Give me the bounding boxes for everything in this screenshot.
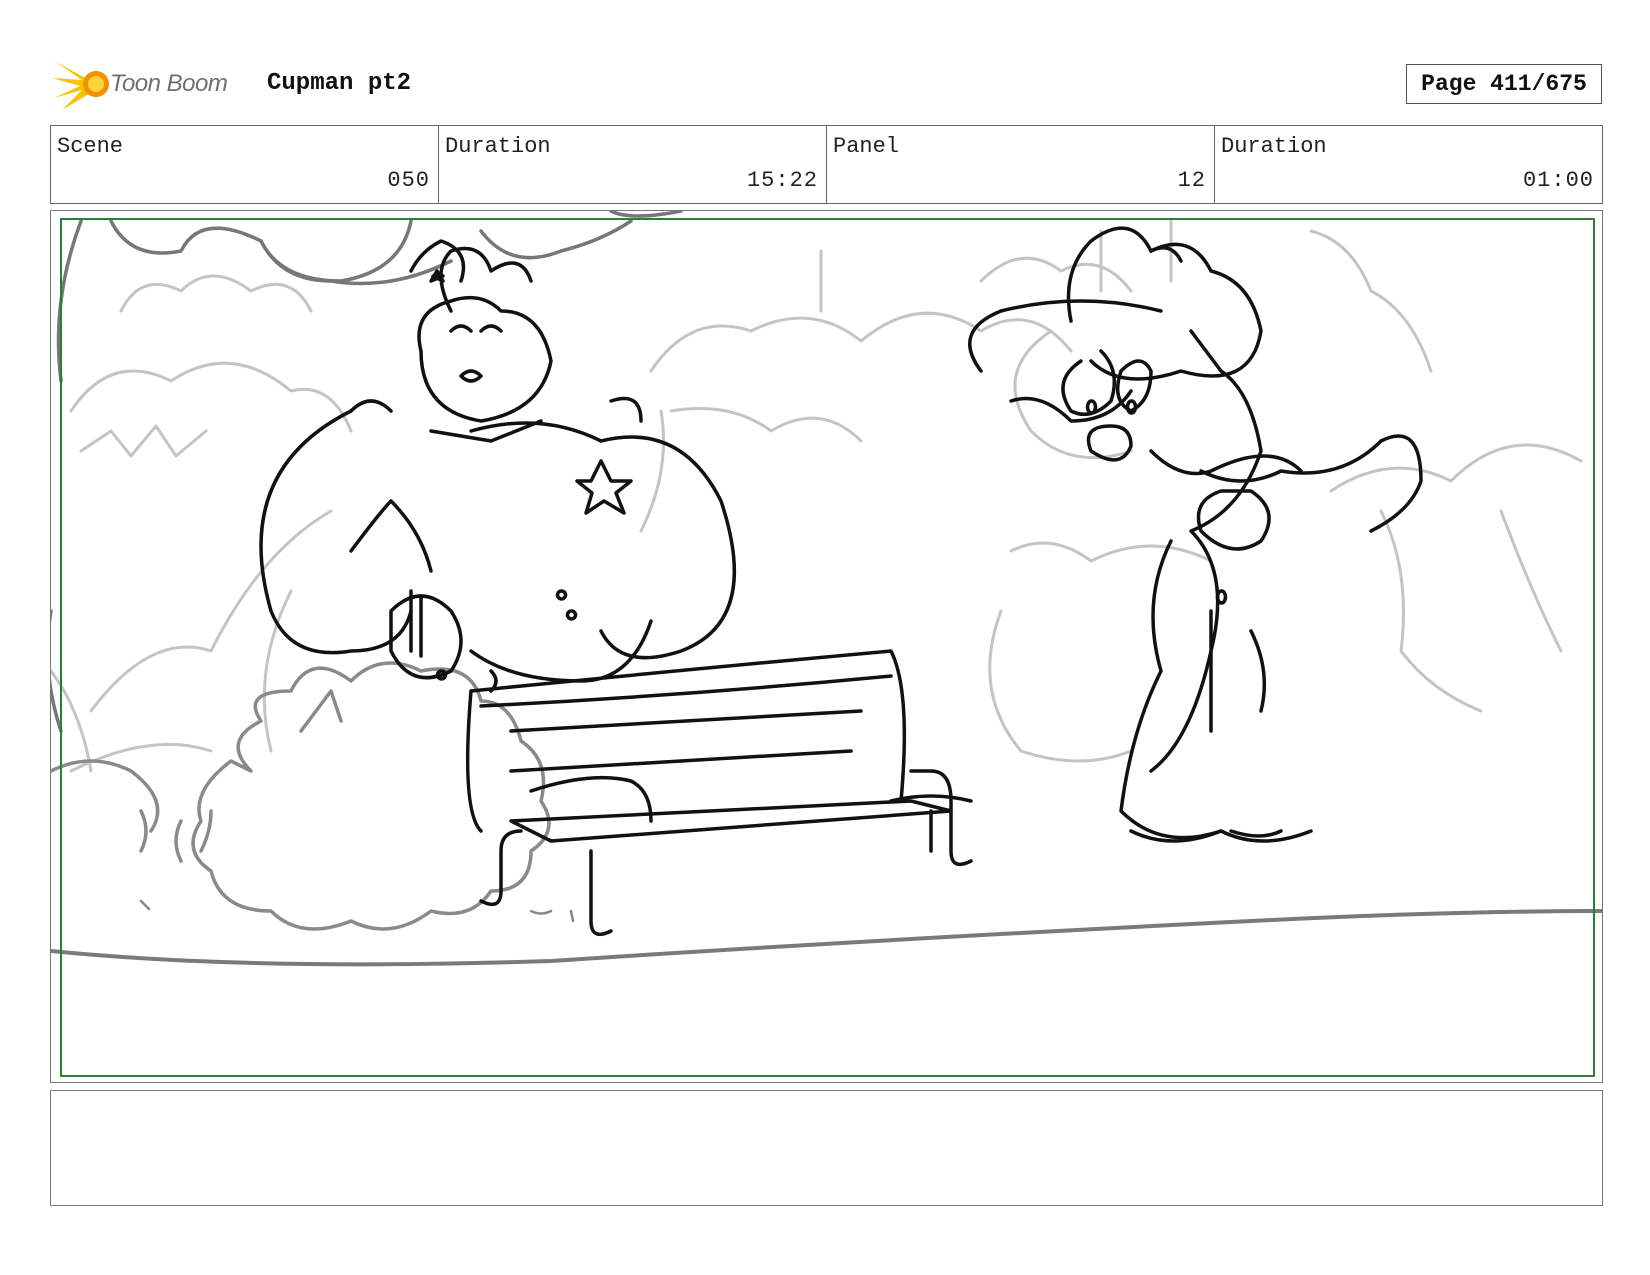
storyboard-panel <box>50 210 1603 1083</box>
scene-label: Scene <box>57 134 124 159</box>
panel-cell: Panel 12 <box>827 126 1215 203</box>
panel-duration-value: 01:00 <box>1522 168 1594 193</box>
info-row: Scene 050 Duration 15:22 Panel 12 Durati… <box>50 125 1603 204</box>
scene-duration-value: 15:22 <box>746 168 818 193</box>
panel-sketch <box>51 211 1602 1077</box>
scene-value: 050 <box>387 168 430 193</box>
tree-canopy <box>51 211 683 733</box>
sheriff-character <box>259 239 737 693</box>
cowboy-character <box>968 226 1423 843</box>
page-label: Page 411/675 <box>1421 71 1587 97</box>
scene-duration-label: Duration <box>445 134 551 159</box>
logo-wordmark: Toon Boom <box>110 70 228 97</box>
panel-duration-label: Duration <box>1221 134 1327 159</box>
front-bush <box>51 661 551 931</box>
panel-duration-cell: Duration 01:00 <box>1215 126 1602 203</box>
project-title: Cupman pt2 <box>267 70 412 97</box>
page-indicator: Page 411/675 <box>1406 64 1602 104</box>
background-trees <box>51 219 1583 773</box>
scene-duration-cell: Duration 15:22 <box>439 126 827 203</box>
safe-area-frame <box>60 218 1595 1077</box>
panel-value: 12 <box>1177 168 1206 193</box>
scene-cell: Scene 050 <box>51 126 439 203</box>
panel-notes-box <box>50 1090 1603 1206</box>
panel-label: Panel <box>833 134 900 159</box>
